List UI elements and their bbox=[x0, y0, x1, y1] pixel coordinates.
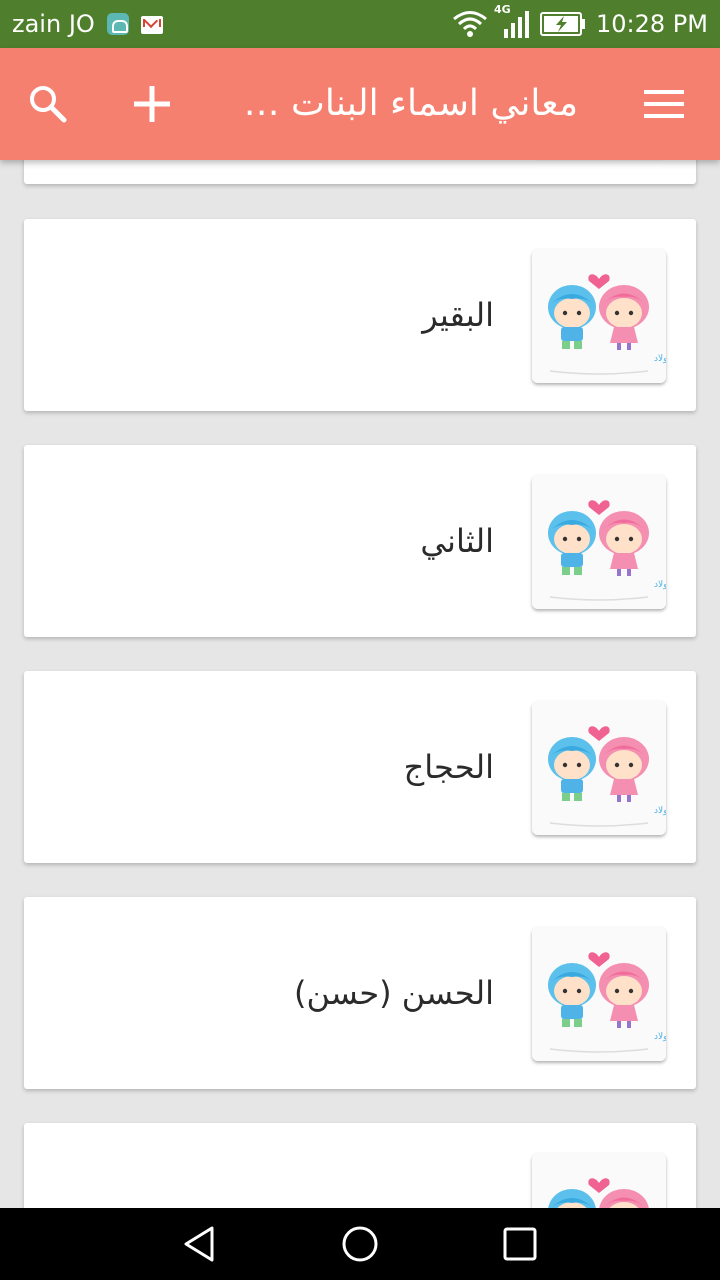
list-item[interactable]: معاني اسماء البنات و الاولاد البقير bbox=[24, 219, 696, 411]
item-thumbnail: معاني اسماء البنات و الاولاد bbox=[532, 475, 666, 609]
battery-charging-icon bbox=[540, 12, 586, 36]
app-bar: معاني اسماء البنات والأولاد bbox=[0, 48, 720, 160]
list-item[interactable]: معاني اسماء البنات و الاولاد الحجاج bbox=[24, 671, 696, 863]
kids-illustration: معاني اسماء البنات و الاولاد bbox=[532, 927, 666, 1061]
list-item[interactable]: معاني اسماء البنات و الاولاد الحسن (حسن) bbox=[24, 897, 696, 1089]
app-title: معاني اسماء البنات والأولاد bbox=[238, 83, 578, 124]
item-thumbnail: معاني اسماء البنات و الاولاد bbox=[532, 249, 666, 383]
cell-signal: 4G bbox=[494, 3, 530, 39]
item-name: الحسن (حسن) bbox=[293, 974, 494, 1012]
item-thumbnail: معاني اسماء البنات و الاولاد bbox=[532, 1153, 666, 1208]
search-icon[interactable] bbox=[26, 82, 70, 126]
gmail-icon bbox=[140, 16, 163, 34]
names-list: معاني اسماء البنات و الاولاد معاني اس bbox=[0, 160, 720, 1208]
navigation-bar bbox=[0, 1208, 720, 1280]
item-thumbnail: معاني اسماء البنات و الاولاد bbox=[532, 927, 666, 1061]
recent-apps-icon[interactable] bbox=[500, 1224, 540, 1264]
list-item[interactable]: معاني اسماء البنات و الاولاد bbox=[24, 1123, 696, 1208]
home-icon[interactable] bbox=[340, 1224, 380, 1264]
list-item[interactable]: معاني اسماء البنات و الاولاد bbox=[24, 160, 696, 184]
svg-text:معاني اسماء البنات: معاني اسماء البنات و الاولاد bbox=[654, 1032, 666, 1042]
wifi-icon bbox=[453, 11, 487, 37]
cell-signal-icon bbox=[504, 11, 530, 38]
item-name: الثاني bbox=[420, 522, 494, 560]
back-icon[interactable] bbox=[180, 1224, 220, 1264]
android-debug-icon bbox=[106, 13, 129, 35]
kids-illustration: معاني اسماء البنات و الاولاد bbox=[532, 701, 666, 835]
kids-illustration: معاني اسماء البنات و الاولاد bbox=[532, 475, 666, 609]
list-item[interactable]: معاني اسماء البنات و الاولاد الثاني bbox=[24, 445, 696, 637]
add-icon[interactable] bbox=[128, 80, 176, 128]
kids-illustration: معاني اسماء البنات و الاولاد bbox=[532, 249, 666, 383]
status-bar-right: 4G 10:28 PM bbox=[452, 0, 708, 48]
svg-text:معاني اسماء البنات: معاني اسماء البنات و الاولاد bbox=[654, 806, 666, 816]
svg-text:معاني اسماء البنات: معاني اسماء البنات و الاولاد bbox=[654, 580, 666, 590]
hamburger-menu-icon[interactable] bbox=[642, 84, 686, 124]
carrier-name: zain JO bbox=[12, 10, 95, 38]
item-thumbnail: معاني اسماء البنات و الاولاد bbox=[532, 701, 666, 835]
status-time: 10:28 PM bbox=[596, 10, 708, 38]
svg-text:معاني اسماء البنات: معاني اسماء البنات و الاولاد bbox=[654, 354, 666, 364]
status-bar: zain JO 4G 10:28 PM bbox=[0, 0, 720, 48]
item-name: الحجاج bbox=[403, 748, 494, 786]
kids-illustration: معاني اسماء البنات و الاولاد bbox=[532, 1153, 666, 1208]
item-name: البقير bbox=[422, 296, 494, 334]
status-bar-left: zain JO bbox=[12, 0, 163, 48]
